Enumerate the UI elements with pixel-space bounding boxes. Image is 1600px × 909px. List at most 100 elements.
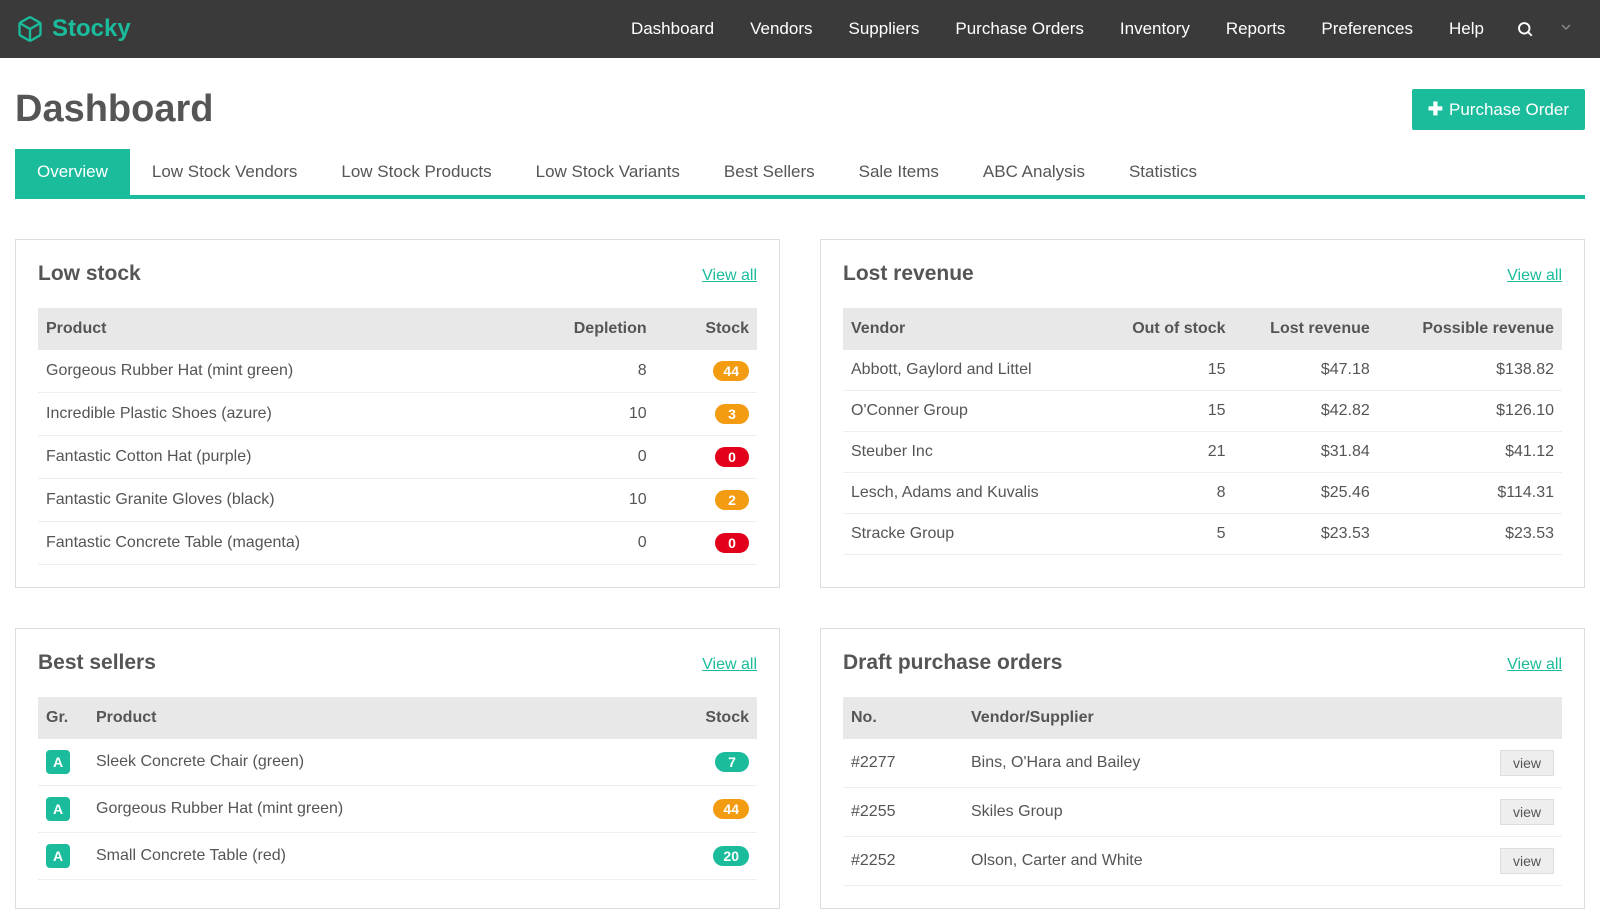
cell-vendor: Lesch, Adams and Kuvalis [843,473,1097,514]
cell-oos: 5 [1097,514,1233,555]
view-all-link[interactable]: View all [1507,267,1562,285]
cell-depletion: 10 [502,479,655,522]
cell-vendor: Olson, Carter and White [963,837,1492,886]
lost-revenue-table: Vendor Out of stock Lost revenue Possibl… [843,308,1562,555]
stock-pill: 0 [715,533,749,553]
table-row: Abbott, Gaylord and Littel 15 $47.18 $13… [843,350,1562,391]
new-purchase-order-button[interactable]: ✚ Purchase Order [1412,89,1585,130]
table-row: Gorgeous Rubber Hat (mint green) 8 44 [38,350,757,393]
best-sellers-table: Gr. Product Stock A Sleek Concrete Chair… [38,697,757,880]
cell-grade: A [38,833,88,880]
table-row: Fantastic Granite Gloves (black) 10 2 [38,479,757,522]
grade-badge: A [46,750,70,774]
cell-product: Fantastic Cotton Hat (purple) [38,436,502,479]
search-icon[interactable] [1502,20,1548,38]
stock-pill: 3 [715,404,749,424]
cell-grade: A [38,786,88,833]
lost-revenue-card: Lost revenue View all Vendor Out of stoc… [820,239,1585,588]
nav-vendors[interactable]: Vendors [732,0,830,58]
cell-depletion: 10 [502,393,655,436]
cell-lost: $42.82 [1234,391,1378,432]
logo[interactable]: Stocky [16,15,131,43]
view-button[interactable]: view [1500,848,1554,874]
tab-best-sellers[interactable]: Best Sellers [702,149,837,195]
cell-stock: 0 [655,522,757,565]
cell-product: Incredible Plastic Shoes (azure) [38,393,502,436]
table-row: A Small Concrete Table (red) 20 [38,833,757,880]
table-row: O'Conner Group 15 $42.82 $126.10 [843,391,1562,432]
cell-stock: 20 [634,833,757,880]
brand-text: Stocky [52,15,131,43]
card-title: Lost revenue [843,262,974,286]
nav-dashboard[interactable]: Dashboard [613,0,732,58]
cell-product: Small Concrete Table (red) [88,833,634,880]
view-all-link[interactable]: View all [702,267,757,285]
nav-reports[interactable]: Reports [1208,0,1304,58]
draft-po-table: No. Vendor/Supplier #2277 Bins, O'Hara a… [843,697,1562,886]
tab-low-stock-variants[interactable]: Low Stock Variants [514,149,702,195]
col-possible: Possible revenue [1378,308,1562,350]
tab-overview[interactable]: Overview [15,149,130,195]
cell-possible: $138.82 [1378,350,1562,391]
grade-badge: A [46,797,70,821]
cell-oos: 15 [1097,350,1233,391]
cell-stock: 7 [634,739,757,786]
cell-vendor: Abbott, Gaylord and Littel [843,350,1097,391]
tab-low-stock-products[interactable]: Low Stock Products [319,149,513,195]
col-stock: Stock [655,308,757,350]
col-lost: Lost revenue [1234,308,1378,350]
low-stock-table: Product Depletion Stock Gorgeous Rubber … [38,308,757,565]
cell-possible: $23.53 [1378,514,1562,555]
col-vendor: Vendor [843,308,1097,350]
cell-lost: $25.46 [1234,473,1378,514]
cell-lost: $23.53 [1234,514,1378,555]
best-sellers-card: Best sellers View all Gr. Product Stock … [15,628,780,909]
tab-abc-analysis[interactable]: ABC Analysis [961,149,1107,195]
table-row: #2252 Olson, Carter and White view [843,837,1562,886]
view-button[interactable]: view [1500,750,1554,776]
cell-no: #2252 [843,837,963,886]
nav-purchase-orders[interactable]: Purchase Orders [937,0,1102,58]
cell-lost: $31.84 [1234,432,1378,473]
cell-vendor: Skiles Group [963,788,1492,837]
card-title: Best sellers [38,651,156,675]
table-row: #2277 Bins, O'Hara and Bailey view [843,739,1562,788]
tab-statistics[interactable]: Statistics [1107,149,1219,195]
cell-product: Fantastic Granite Gloves (black) [38,479,502,522]
cell-stock: 44 [634,786,757,833]
grade-badge: A [46,844,70,868]
tabs: OverviewLow Stock VendorsLow Stock Produ… [15,149,1585,199]
cell-oos: 15 [1097,391,1233,432]
col-stock: Stock [634,697,757,739]
cell-stock: 0 [655,436,757,479]
table-row: Incredible Plastic Shoes (azure) 10 3 [38,393,757,436]
view-all-link[interactable]: View all [1507,656,1562,674]
stock-pill: 7 [715,752,749,772]
top-nav: Stocky DashboardVendorsSuppliersPurchase… [0,0,1600,58]
page-header: Dashboard ✚ Purchase Order [15,58,1585,149]
table-row: A Gorgeous Rubber Hat (mint green) 44 [38,786,757,833]
cell-vendor: Stracke Group [843,514,1097,555]
user-menu-caret-icon[interactable] [1548,20,1584,38]
col-depletion: Depletion [502,308,655,350]
plus-icon: ✚ [1428,99,1443,120]
nav-inventory[interactable]: Inventory [1102,0,1208,58]
tab-low-stock-vendors[interactable]: Low Stock Vendors [130,149,320,195]
col-product: Product [38,308,502,350]
col-vendor: Vendor/Supplier [963,697,1492,739]
view-all-link[interactable]: View all [702,656,757,674]
cell-no: #2277 [843,739,963,788]
nav-suppliers[interactable]: Suppliers [831,0,938,58]
cell-vendor: Bins, O'Hara and Bailey [963,739,1492,788]
cell-vendor: Steuber Inc [843,432,1097,473]
low-stock-card: Low stock View all Product Depletion Sto… [15,239,780,588]
view-button[interactable]: view [1500,799,1554,825]
cell-product: Gorgeous Rubber Hat (mint green) [88,786,634,833]
stock-pill: 44 [713,361,749,381]
tab-sale-items[interactable]: Sale Items [837,149,961,195]
nav-help[interactable]: Help [1431,0,1502,58]
col-oos: Out of stock [1097,308,1233,350]
nav-preferences[interactable]: Preferences [1303,0,1431,58]
cell-action: view [1492,739,1562,788]
col-product: Product [88,697,634,739]
